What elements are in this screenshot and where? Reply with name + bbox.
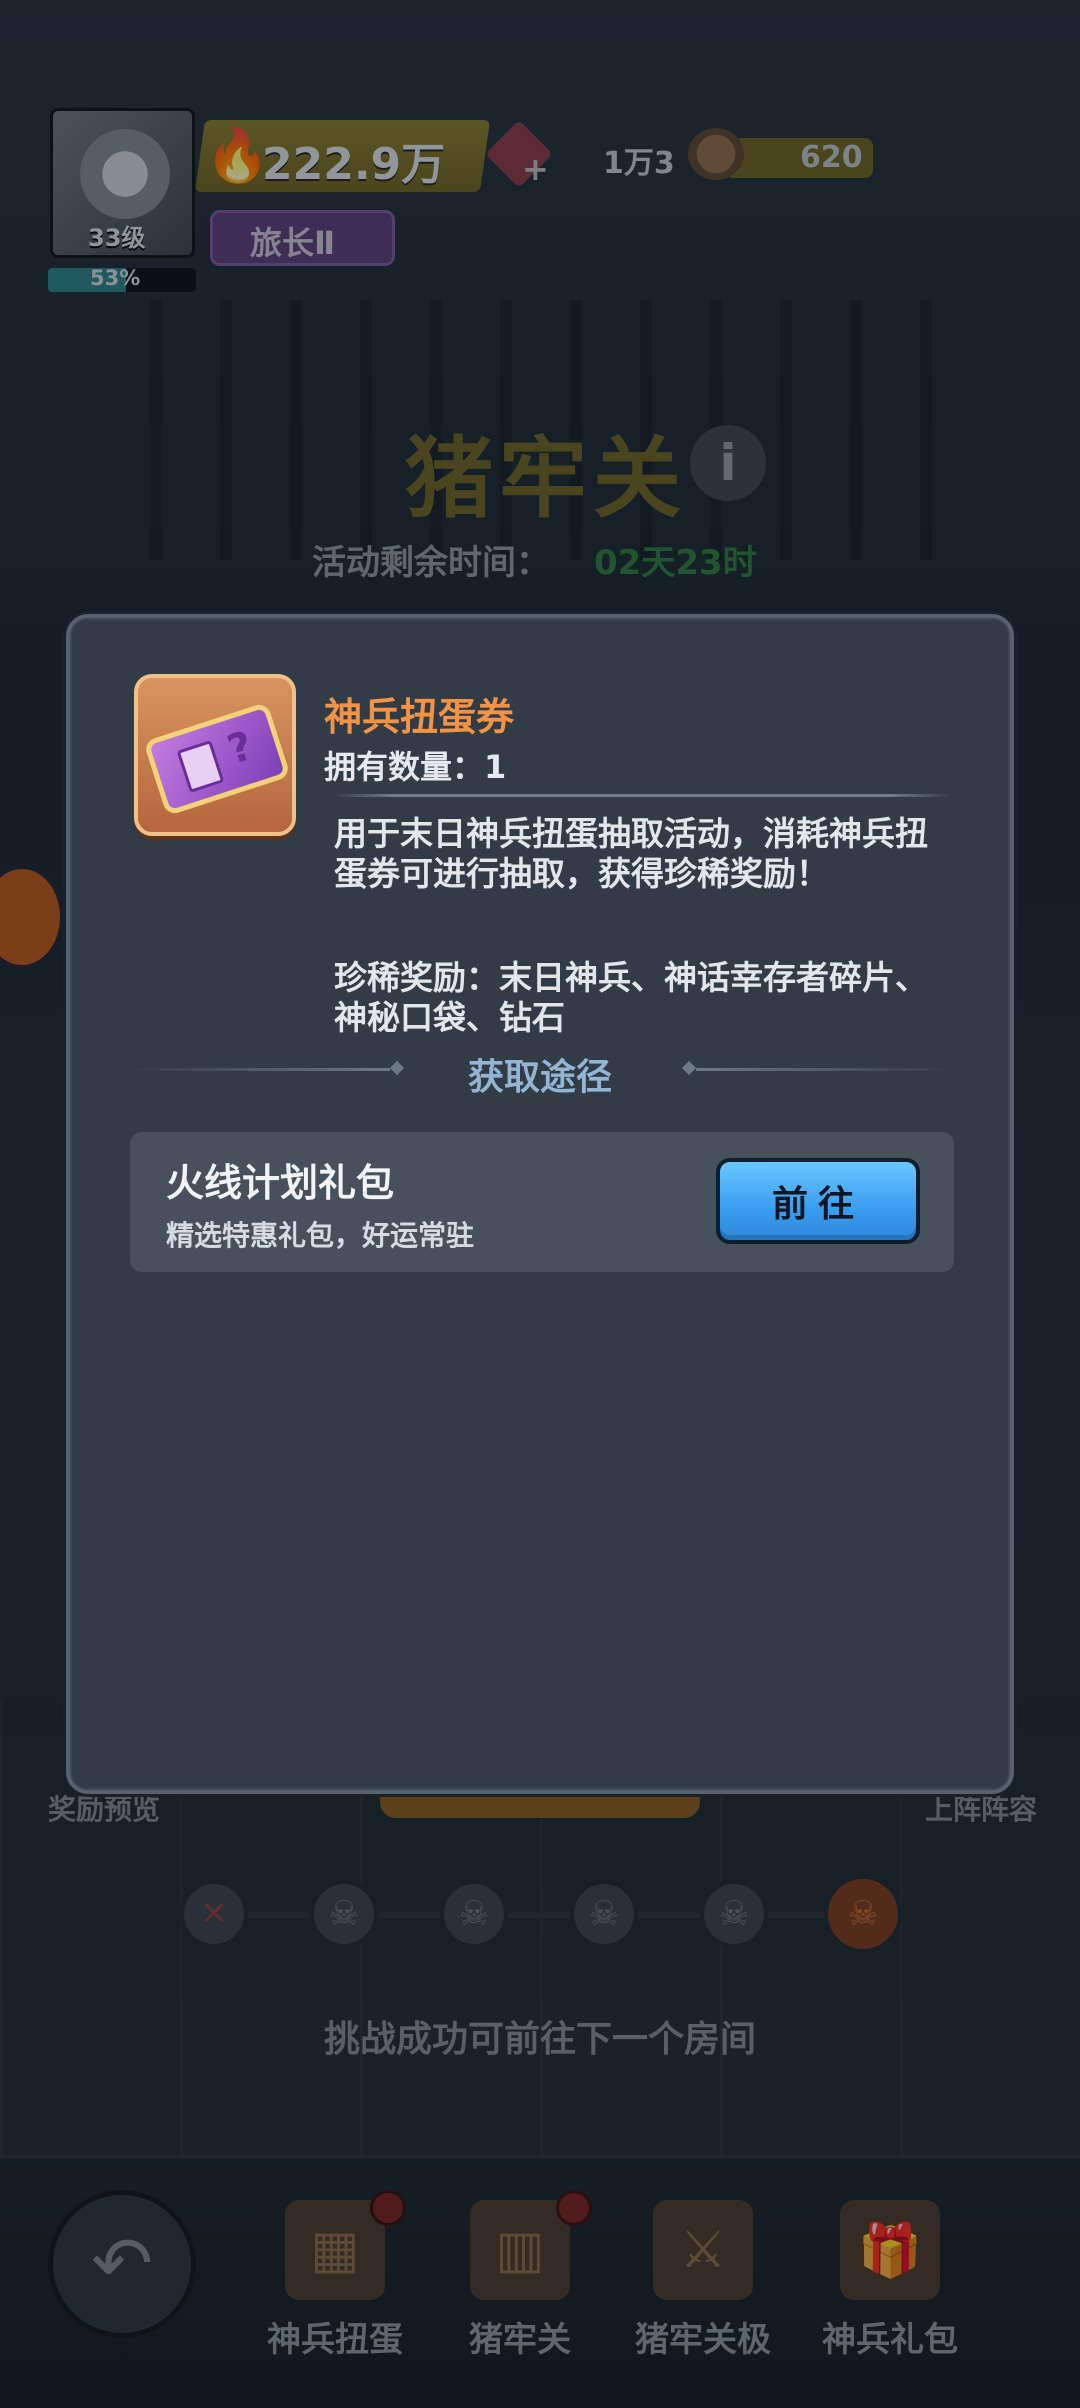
card-shape — [176, 739, 225, 793]
go-button[interactable]: 前往 — [716, 1158, 920, 1244]
source-title: 获取途径 — [467, 1057, 612, 1098]
source-row: 火线计划礼包 精选特惠礼包，好运常驻 前往 — [130, 1132, 954, 1272]
source-name: 火线计划礼包 — [166, 1161, 395, 1205]
item-reward-text: 珍稀奖励：末日神兵、神话幸存者碎片、神秘口袋、钻石 — [334, 958, 928, 1037]
divider — [332, 794, 952, 797]
item-description: 用于末日神兵扭蛋抽取活动，消耗神兵扭蛋券可进行抽取，获得珍稀奖励！ — [334, 814, 928, 893]
item-name: 神兵扭蛋券 — [324, 695, 515, 739]
question-mark-icon: ? — [222, 722, 259, 774]
ticket-graphic: ? — [143, 701, 291, 817]
item-count: 拥有数量：1 — [324, 748, 507, 786]
source-subtitle: 精选特惠礼包，好运常驻 — [166, 1219, 475, 1252]
gacha-ticket-icon: ? — [134, 674, 296, 836]
item-info-modal: ? 神兵扭蛋券 拥有数量：1 用于末日神兵扭蛋抽取活动，消耗神兵扭蛋券可进行抽取… — [66, 614, 1014, 1794]
